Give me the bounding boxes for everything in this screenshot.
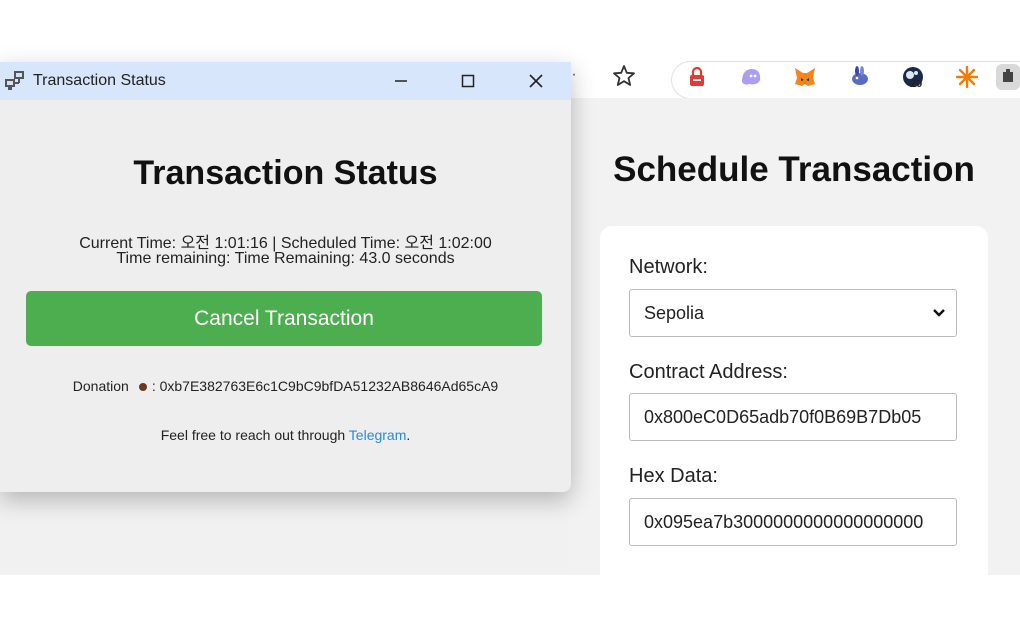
lock-extension-icon[interactable] (684, 64, 710, 90)
rabbit-extension-icon[interactable] (846, 64, 872, 90)
puzzle-extensions-icon[interactable] (996, 64, 1020, 90)
page-title: Schedule Transaction (613, 150, 975, 189)
window-titlebar: Transaction Status (0, 62, 571, 100)
bottom-margin (0, 575, 1020, 638)
contract-address-input[interactable]: 0x800eC0D65adb70f0B69B7Db05 (629, 393, 957, 441)
bookmark-star-icon[interactable] (610, 62, 638, 90)
donation-address: 0xb7E382763E6c1C9bC9bfDA51232AB8646Ad65c… (159, 378, 499, 394)
network-select[interactable]: Sepolia (629, 289, 957, 337)
contract-address-value: 0x800eC0D65adb70f0B69B7Db05 (644, 406, 922, 427)
close-icon[interactable] (516, 66, 556, 96)
hex-data-input[interactable]: 0x095ea7b3000000000000000000 (629, 498, 957, 546)
network-app-icon (3, 70, 27, 92)
sparkle-extension-icon[interactable] (954, 64, 980, 90)
remaining-line: Time remaining: Time Remaining: 43.0 sec… (116, 250, 455, 267)
contract-address-label: Contract Address: (629, 361, 788, 383)
telegram-link[interactable]: Telegram (349, 427, 407, 443)
transaction-status-window: Transaction Status Transaction Status Cu… (0, 62, 571, 492)
minimize-icon[interactable] (381, 66, 421, 96)
window-title: Transaction Status (33, 72, 166, 89)
contact-line: Feel free to reach out through Telegram. (0, 427, 571, 443)
contact-text: Feel free to reach out through (160, 427, 349, 443)
maximize-icon[interactable] (448, 66, 488, 96)
donation-label: Donation (72, 378, 129, 394)
extension-badge: 20 (910, 78, 923, 90)
donation-line: Donation: 0xb7E382763E6c1C9bC9bfDA51232A… (0, 378, 571, 394)
donation-separator: : (151, 378, 160, 394)
contact-end: . (406, 427, 411, 443)
hex-data-value: 0x095ea7b3000000000000000000 (644, 511, 924, 532)
network-label: Network: (629, 256, 708, 278)
metamask-fox-icon[interactable] (792, 64, 818, 90)
popup-heading: Transaction Status (133, 154, 438, 192)
hex-data-label: Hex Data: (629, 465, 718, 487)
cancel-transaction-button[interactable]: Cancel Transaction (26, 291, 542, 346)
network-select-value: Sepolia (644, 302, 705, 323)
coin-icon (138, 382, 147, 391)
chevron-down-icon (932, 304, 946, 327)
ghost-extension-icon[interactable] (738, 64, 764, 90)
